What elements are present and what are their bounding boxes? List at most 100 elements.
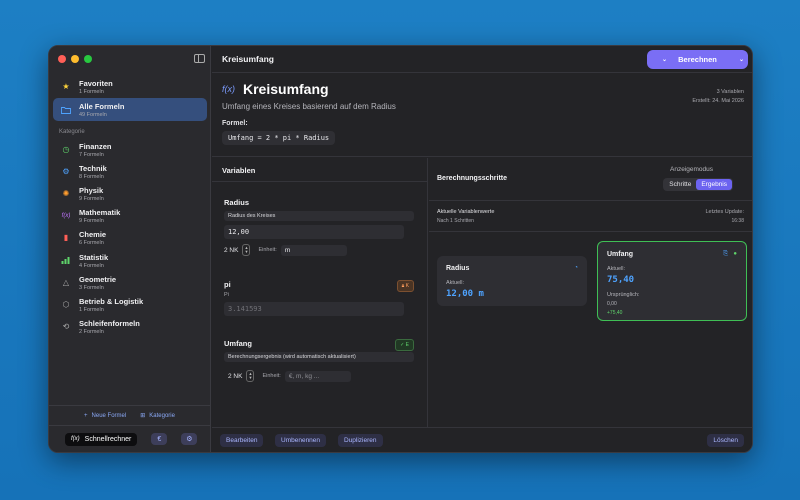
sidebar-item-all-formulas[interactable]: Alle Formeln 49 Formeln — [53, 98, 207, 121]
display-mode-segmented-control: Schritte Ergebnis — [663, 178, 733, 191]
current-label: Aktuell: — [446, 280, 465, 286]
box-icon: ⬡ — [62, 300, 70, 309]
function-icon: f(x) — [222, 84, 235, 94]
variable-count: 3 Variablen — [716, 89, 744, 95]
badge-label: K — [405, 283, 409, 289]
constant-badge[interactable]: 🔒︎ K — [396, 280, 414, 292]
variable-name: pi — [224, 280, 231, 289]
decimals-label: 2 NK — [228, 372, 243, 380]
sidebar-item-count: 7 Formeln — [79, 151, 104, 158]
sidebar-item-favorites[interactable]: ★ Favoriten 1 Formeln — [53, 75, 207, 98]
formula-expression: Umfang = 2 * pi * Radius — [222, 131, 336, 145]
card-title: Radius — [446, 265, 470, 272]
unit-label: Einheit: — [258, 247, 277, 253]
variable-card-pi: pi 🔒︎ K Pi 3.141593 — [224, 280, 414, 316]
result-badge[interactable]: ✓ E — [395, 339, 414, 351]
sidebar-item-count: 49 Formeln — [79, 111, 107, 118]
quick-calculator-label: Schnellrechner — [84, 435, 132, 443]
variable-name: Umfang — [224, 339, 252, 348]
steps-header: Berechnungsschritte Anzeigemodus Schritt… — [429, 158, 752, 201]
variables-header: Variablen — [212, 158, 427, 182]
copy-icon[interactable]: ⎘ — [723, 251, 728, 258]
sidebar-item-count: 8 Formeln — [79, 173, 104, 180]
bottom-action-bar: Bearbeiten Umbenennen Duplizieren Lösche… — [212, 427, 752, 452]
new-formula-button[interactable]: + Neue Formel — [84, 413, 126, 419]
sidebar-item-technik[interactable]: ⚙ Technik 8 Formeln — [53, 160, 207, 183]
sidebar-item-geometrie[interactable]: △ Geometrie 3 Formeln — [53, 271, 207, 294]
sidebar-item-label: Technik — [79, 163, 107, 173]
function-icon: f(x) — [71, 436, 80, 442]
formula-label: Formel: — [222, 120, 248, 127]
sidebar-item-statistik[interactable]: Statistik 4 Formeln — [53, 249, 207, 272]
sidebar-item-finanzen[interactable]: ◷ Finanzen 7 Formeln — [53, 138, 207, 161]
current-value: 75,40 — [607, 275, 635, 285]
original-label: Ursprünglich: — [607, 292, 640, 298]
decimals-stepper[interactable]: ▲ ▼ — [246, 370, 255, 382]
unit-input[interactable]: €, m, kg ... — [284, 370, 351, 382]
sidebar-item-betrieb-logistik[interactable]: ⬡ Betrieb & Logistik 1 Formeln — [53, 293, 207, 316]
quick-calculator-button[interactable]: f(x) Schnellrechner — [65, 432, 138, 446]
sidebar-bottom-bar: f(x) Schnellrechner € ⚙ — [49, 425, 210, 452]
sidebar-item-count: 4 Formeln — [79, 262, 104, 269]
folder-icon — [60, 106, 72, 114]
segment-result[interactable]: Ergebnis — [696, 179, 732, 190]
formula-meta: 3 Variablen Erstellt: 24. Mai 2026 — [692, 88, 744, 106]
close-window-button[interactable] — [58, 55, 66, 63]
new-category-button[interactable]: ⊞ Kategorie — [140, 412, 175, 420]
sidebar-item-label: Physik — [79, 185, 104, 195]
sidebar-item-label: Geometrie — [79, 274, 117, 284]
sidebar-item-count: 9 Formeln — [79, 217, 104, 224]
sidebar-item-label: Schleifenformeln — [79, 318, 140, 328]
unit-row: 2 NK ▲ ▼ Einheit: €, m, kg ... — [228, 370, 414, 382]
formula-header: f(x) Kreisumfang Umfang eines Kreises ba… — [212, 73, 752, 157]
atom-icon: ✺ — [62, 189, 70, 198]
delta-value: +75,40 — [607, 310, 623, 316]
current-values-subtitle: Nach 1 Schritten — [437, 218, 474, 224]
decimals-stepper[interactable]: ▲ ▼ — [242, 244, 251, 256]
steps-title: Berechnungsschritte — [437, 175, 508, 182]
calculation-steps-panel: Berechnungsschritte Anzeigemodus Schritt… — [429, 158, 752, 427]
new-formula-label: Neue Formel — [91, 412, 127, 419]
variable-icon: ◔ — [574, 265, 578, 271]
last-update-time: 16:38 — [731, 218, 744, 224]
calculate-button[interactable]: ⌄ Berechnen ⌄ — [647, 50, 748, 69]
sidebar-item-label: Favoriten — [79, 78, 113, 88]
badge-label: E — [405, 342, 409, 348]
rename-button[interactable]: Umbenennen — [275, 434, 327, 447]
segment-steps[interactable]: Schritte — [664, 179, 696, 190]
sidebar-item-physik[interactable]: ✺ Physik 9 Formeln — [53, 182, 207, 205]
current-label: Aktuell: — [607, 266, 626, 272]
sidebar-item-count: 1 Formeln — [79, 88, 104, 95]
app-window: ★ Favoriten 1 Formeln Alle Formeln 49 Fo… — [48, 45, 753, 453]
chart-icon — [60, 257, 72, 264]
star-icon: ★ — [62, 82, 70, 91]
sidebar-item-schleifenformeln[interactable]: ⟲ Schleifenformeln 2 Formeln — [53, 315, 207, 338]
variable-card-radius: Radius Radius des Kreises 12,00 2 NK ▲ ▼ … — [224, 198, 414, 256]
delete-button[interactable]: Löschen — [707, 434, 744, 447]
calculate-label: Berechnen — [678, 55, 717, 64]
triangle-icon: △ — [62, 278, 70, 287]
zoom-window-button[interactable] — [84, 55, 92, 63]
minimize-window-button[interactable] — [71, 55, 79, 63]
card-title: Umfang — [607, 251, 634, 258]
edit-button[interactable]: Bearbeiten — [220, 434, 264, 447]
sidebar-item-count: 1 Formeln — [79, 306, 104, 313]
sidebar-item-count: 2 Formeln — [79, 328, 104, 335]
variable-description-field[interactable]: Berechnungsergebnis (wird automatisch ak… — [224, 352, 414, 362]
loop-icon: ⟲ — [62, 322, 70, 331]
formula-description: Umfang eines Kreises basierend auf dem R… — [222, 102, 396, 111]
current-values-header: Aktuelle Variablenwerte Nach 1 Schritten… — [429, 201, 752, 232]
sidebar-item-mathematik[interactable]: f(x) Mathematik 9 Formeln — [53, 204, 207, 227]
variable-value-input[interactable]: 12,00 — [224, 225, 404, 239]
sidebar-toggle-icon[interactable] — [194, 54, 205, 63]
chevron-down-icon: ⌄ — [662, 57, 668, 63]
sidebar-item-chemie[interactable]: ▮ Chemie 6 Formeln — [53, 226, 207, 249]
chevron-down-icon[interactable]: ⌄ — [739, 56, 744, 63]
unit-input[interactable]: m — [280, 244, 347, 256]
main-content: Kreisumfang ⌄ Berechnen ⌄ f(x) Kreisumfa… — [212, 46, 752, 452]
currency-icon[interactable]: € — [151, 433, 168, 445]
duplicate-button[interactable]: Duplizieren — [338, 434, 383, 447]
settings-icon[interactable]: ⚙ — [181, 433, 198, 445]
variable-description-field[interactable]: Radius des Kreises — [224, 211, 414, 221]
sidebar: ★ Favoriten 1 Formeln Alle Formeln 49 Fo… — [49, 46, 211, 452]
